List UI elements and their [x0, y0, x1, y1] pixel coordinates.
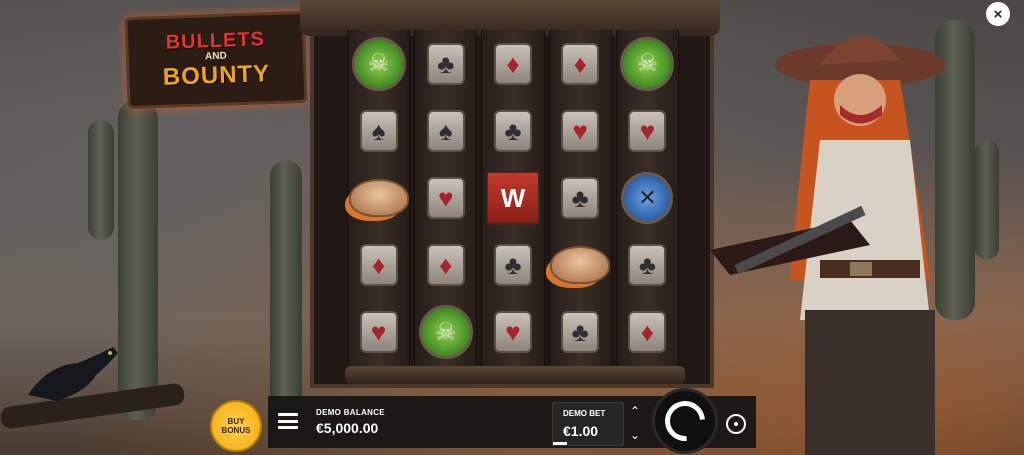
suit-spade-icon: ♠ [359, 109, 398, 152]
bet-display: DEMO BET €1.00 [552, 402, 624, 446]
suit-diamond-icon: ♦ [359, 244, 398, 287]
suit-club-icon: ♣ [494, 244, 532, 287]
reel-cell: ♥ [550, 97, 611, 164]
reel-cell: ♦ [348, 232, 409, 299]
suit-diamond-icon: ♦ [494, 42, 532, 85]
suit-heart-icon: ♥ [426, 177, 465, 219]
logo-text-bounty: BOUNTY [162, 60, 271, 91]
cowboy-hat-icon [550, 246, 611, 285]
cowboy-hat-icon [348, 179, 409, 217]
bet-increase-button[interactable]: ⌃ [630, 404, 640, 418]
suit-diamond-icon: ♦ [426, 244, 465, 287]
reel-cell: ♥ [415, 164, 476, 231]
reel-cell: ☠ [617, 30, 678, 97]
dynamite-wild-icon: W [486, 171, 540, 225]
crow-icon [28, 347, 118, 401]
bet-label: DEMO BET [563, 409, 606, 418]
reel-cell: ♥ [348, 299, 409, 366]
balance-value: €5,000.00 [316, 420, 379, 436]
reel-1: ☠ ♠ ♦ ♥ [347, 30, 411, 366]
suit-heart-icon: ♥ [561, 109, 600, 152]
logo-text-and: AND [204, 50, 227, 63]
reel-cell: ♣ [415, 30, 476, 97]
buy-bonus-label-1: BUY [227, 417, 245, 426]
bull-skull-icon: ☠ [351, 36, 406, 91]
reel-cell: ☠ [348, 30, 409, 97]
reel-cell: ♣ [482, 232, 543, 299]
cactus-mid [270, 160, 302, 410]
spin-icon [656, 392, 714, 450]
suit-spade-icon: ♠ [426, 109, 465, 152]
reel-cell: ♥ [482, 299, 543, 366]
outlaw-character [710, 36, 945, 455]
suit-diamond-icon: ♦ [628, 311, 667, 354]
reel-cell: ♣ [550, 299, 611, 366]
reel-frame-bottom [345, 366, 685, 384]
bull-skull-icon: ☠ [418, 305, 473, 360]
bet-indicator [553, 442, 567, 445]
reel-cell: ♦ [550, 30, 611, 97]
crossed-guns-icon: ✕ [621, 172, 674, 224]
reel-cell: ♦ [482, 30, 543, 97]
control-bar: DEMO BALANCE €5,000.00 DEMO BET €1.00 ⌃ … [268, 388, 756, 454]
suit-club-icon: ♣ [494, 109, 532, 152]
reel-cell: ♠ [348, 97, 409, 164]
suit-club-icon: ♣ [561, 177, 600, 219]
buy-bonus-button[interactable]: BUY BONUS [210, 400, 262, 452]
suit-heart-icon: ♥ [628, 109, 667, 152]
reel-2: ♣ ♠ ♥ ♦ ☠ [414, 30, 478, 366]
bet-value: €1.00 [563, 423, 599, 439]
bet-decrease-button[interactable]: ⌄ [630, 428, 640, 442]
reel-5: ☠ ♥ ✕ ♣ ♦ [615, 30, 680, 366]
reel-cell: ♣ [482, 97, 543, 164]
reel-cell [348, 164, 409, 231]
suit-club-icon: ♣ [426, 42, 465, 85]
spin-button[interactable] [652, 388, 718, 454]
buy-bonus-label-2: BONUS [221, 426, 251, 435]
cactus-left-arm [88, 120, 114, 240]
suit-club-icon: ♣ [628, 244, 667, 287]
menu-icon[interactable] [278, 413, 298, 429]
reel-cell: ♠ [415, 97, 476, 164]
reel-cell: W [482, 164, 543, 231]
suit-heart-icon: ♥ [494, 311, 532, 354]
reel-cell: ♣ [617, 232, 678, 299]
reel-3: ♦ ♣ W ♣ ♥ [481, 30, 545, 366]
reel-cell: ✕ [617, 164, 678, 231]
reel-cell: ☠ [415, 299, 476, 366]
suit-diamond-icon: ♦ [561, 42, 600, 85]
game-logo: BULLETS AND BOUNTY [124, 10, 308, 110]
reel-cell: ♦ [415, 232, 476, 299]
reel-cell: ♣ [550, 164, 611, 231]
balance-label: DEMO BALANCE [316, 408, 385, 417]
reel-cell: ♦ [617, 299, 678, 366]
reel-4: ♦ ♥ ♣ ♣ [548, 30, 612, 366]
reel-grid: ☠ ♠ ♦ ♥ ♣ ♠ ♥ ♦ ☠ ♦ ♣ W ♣ ♥ ♦ ♥ ♣ ♣ ☠ ♥ ✕ ♣ ♦ [347, 30, 680, 366]
suit-club-icon: ♣ [561, 311, 600, 354]
bull-skull-icon: ☠ [620, 36, 675, 91]
bet-adjust: ⌃ ⌄ [624, 404, 646, 442]
reel-cell [550, 232, 611, 299]
suit-heart-icon: ♥ [359, 311, 398, 354]
autoplay-button[interactable] [726, 414, 746, 434]
reel-cell: ♥ [617, 97, 678, 164]
autoplay-icon [734, 422, 738, 426]
